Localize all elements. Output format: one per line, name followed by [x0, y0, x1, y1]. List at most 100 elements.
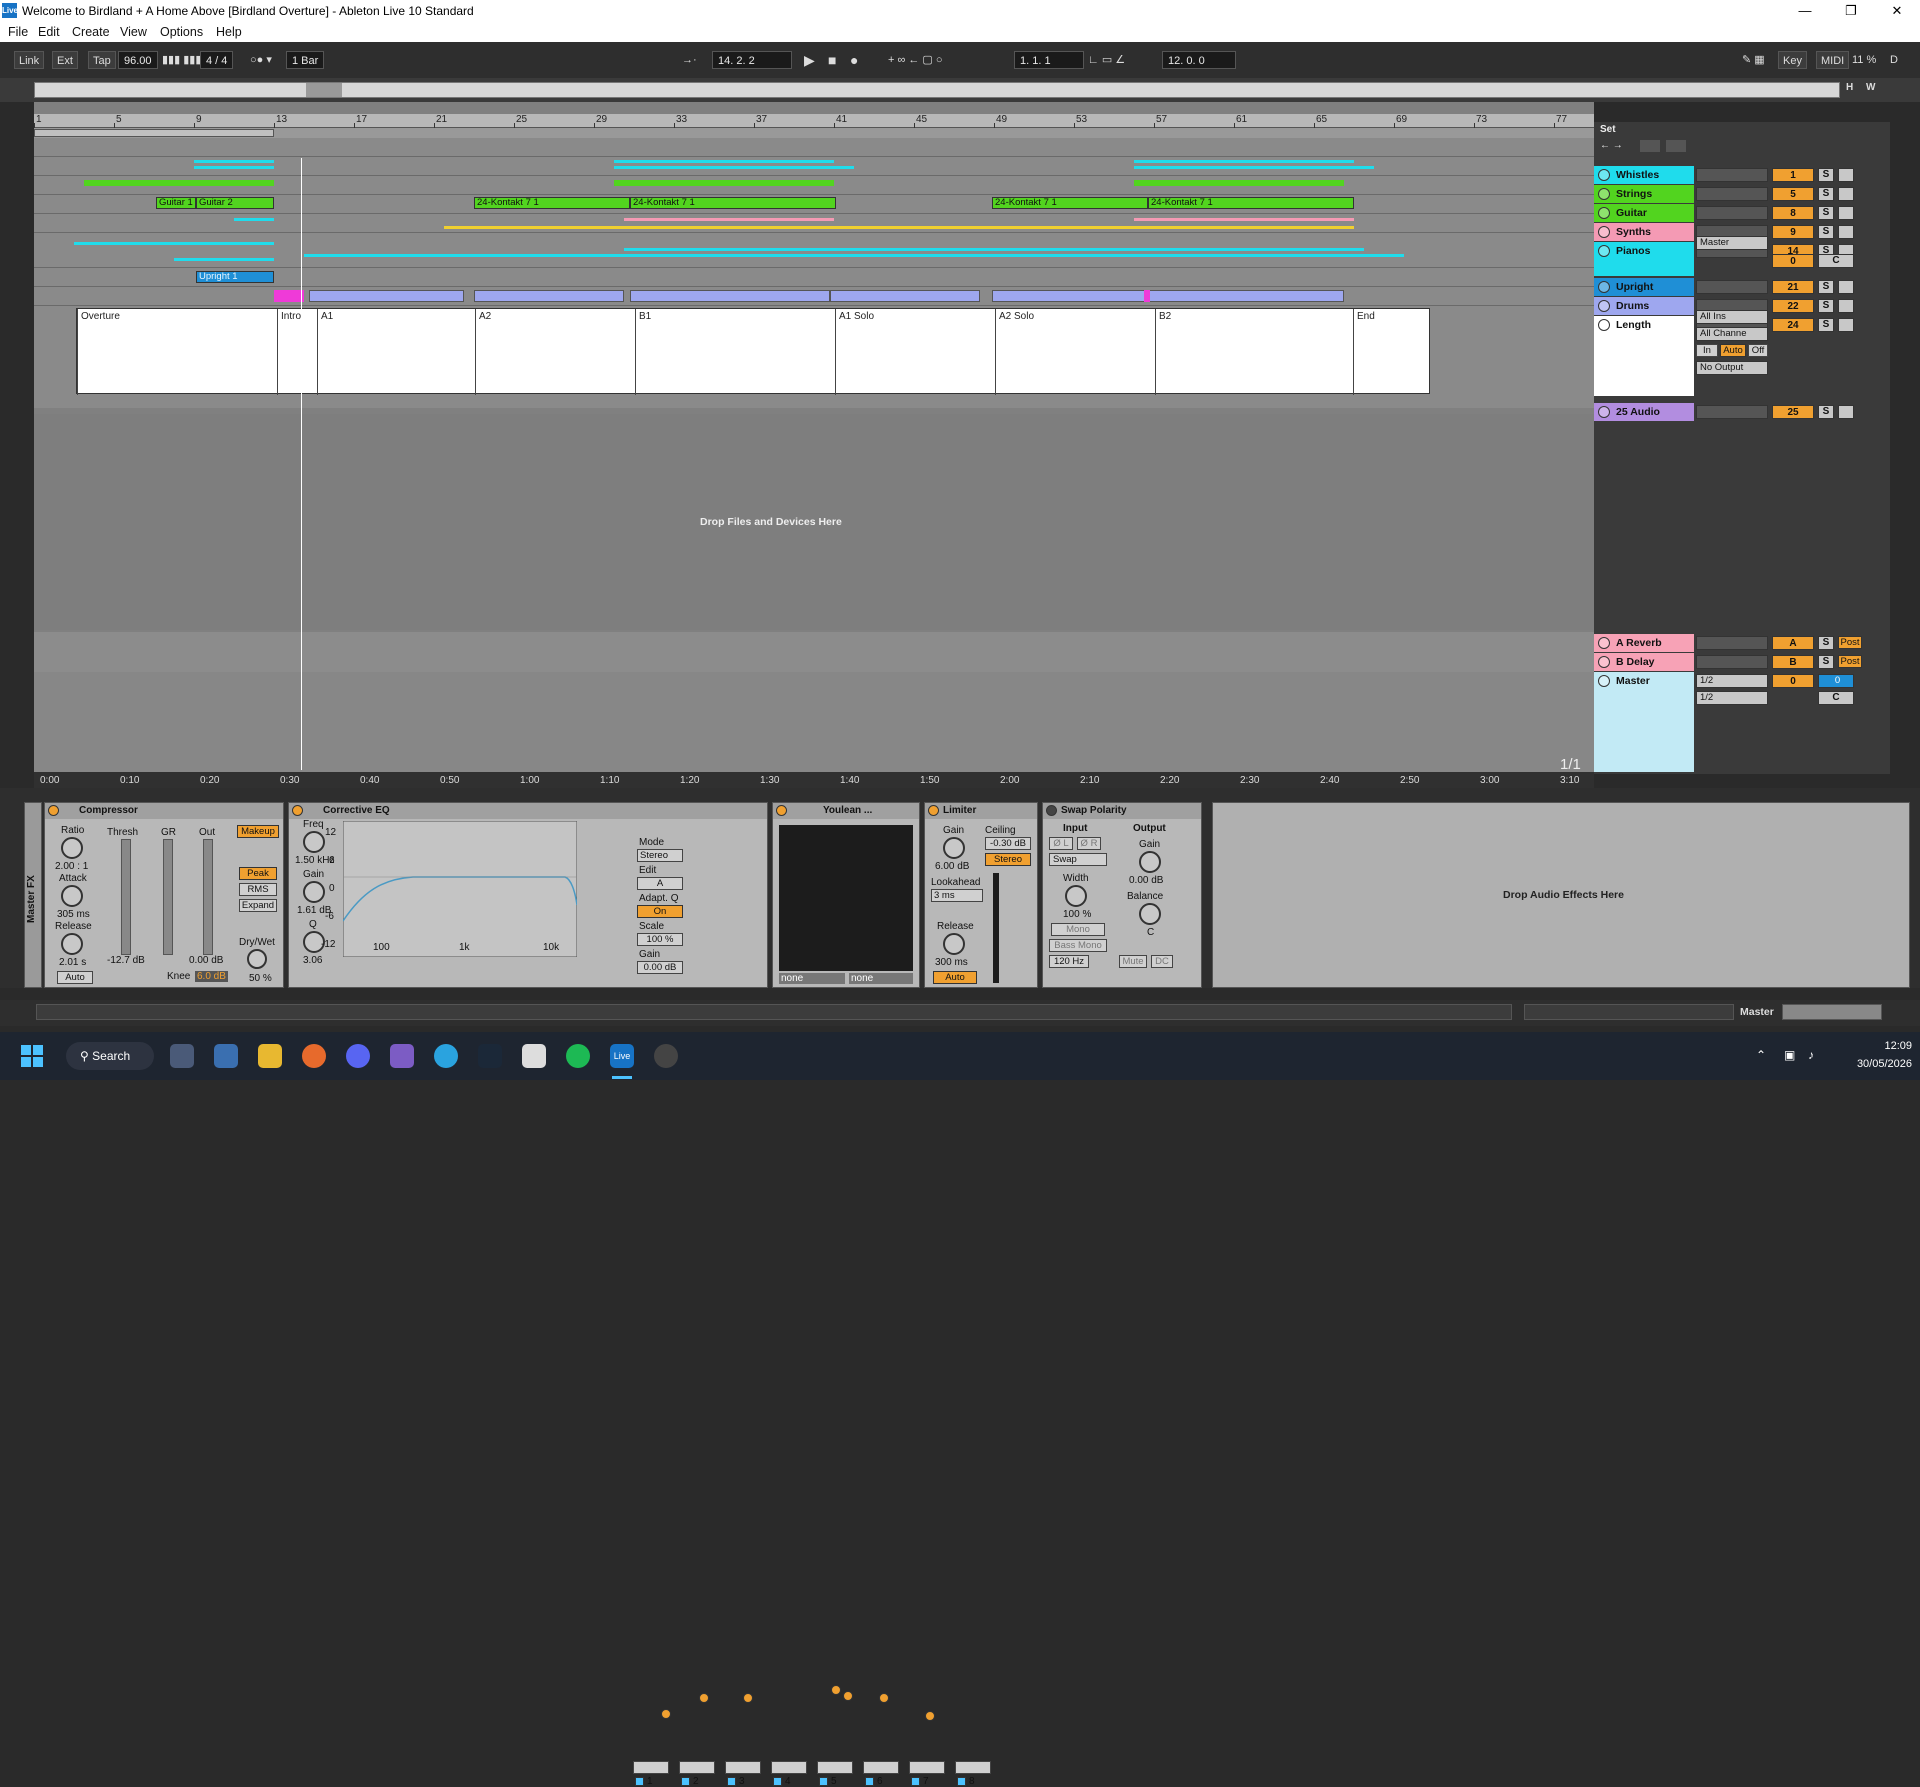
obs-icon[interactable] [654, 1044, 678, 1068]
eq-band-node[interactable] [699, 1693, 709, 1703]
solo-button[interactable]: S [1818, 168, 1834, 182]
track-fold-icon[interactable] [1598, 319, 1610, 331]
track-io-slot[interactable] [1696, 405, 1768, 419]
eq-band-node[interactable] [879, 1693, 889, 1703]
follow-icon[interactable]: →· [682, 51, 697, 69]
master-input-select[interactable]: 1/2 [1696, 674, 1768, 688]
expand-button[interactable]: Expand [239, 899, 277, 912]
arm-button[interactable] [1838, 206, 1854, 220]
eq-band-checkbox[interactable] [773, 1777, 782, 1786]
arm-button[interactable] [1838, 318, 1854, 332]
firefox-icon[interactable] [302, 1044, 326, 1068]
auto-release-button[interactable]: Auto [57, 971, 93, 984]
nudge-icon[interactable]: ▮▮▮ ▮▮▮ [162, 51, 201, 69]
loop-start-field[interactable]: 1. 1. 1 [1014, 51, 1084, 69]
compressor-power-button[interactable] [48, 805, 59, 816]
steam-icon[interactable] [478, 1044, 502, 1068]
track-header-guitar[interactable]: Guitar [1594, 204, 1694, 222]
eq-band-node[interactable] [843, 1691, 853, 1701]
menu-file[interactable]: File [8, 25, 28, 39]
track-activator[interactable]: 21 [1772, 280, 1814, 294]
track-header-upright[interactable]: Upright [1594, 278, 1694, 296]
menu-create[interactable]: Create [72, 25, 110, 39]
locator-intro[interactable]: Intro [277, 309, 304, 395]
track-header-length[interactable]: Length [1594, 316, 1694, 396]
eq-display[interactable] [343, 821, 577, 957]
youlean-right-select[interactable]: none [849, 973, 913, 984]
locator-a2[interactable]: A2 [475, 309, 494, 395]
locator-lane[interactable]: Overture Intro A1 A2 B1 A1 Solo A2 Solo … [76, 308, 1430, 395]
track-header-drums[interactable]: Drums [1594, 297, 1694, 315]
eq-band-checkbox[interactable] [635, 1777, 644, 1786]
master-pan[interactable]: C [1818, 691, 1854, 705]
mono-button[interactable]: Mono [1051, 923, 1105, 936]
zoom-h-button[interactable]: H [1846, 82, 1853, 93]
menu-help[interactable]: Help [216, 25, 242, 39]
track-activator[interactable]: 24 [1772, 318, 1814, 332]
track-header-25-audio[interactable]: 25 Audio [1594, 403, 1694, 421]
solo-button[interactable]: S [1818, 280, 1834, 294]
return-header-a[interactable]: A Reverb [1594, 634, 1694, 652]
photos-icon[interactable] [214, 1044, 238, 1068]
status-track-thumbnail[interactable] [1782, 1004, 1882, 1020]
tray-chevron-icon[interactable]: ⌃ [1756, 1048, 1766, 1062]
menu-edit[interactable]: Edit [38, 25, 60, 39]
mode-select[interactable]: Stereo [637, 849, 683, 862]
pianos-pan[interactable]: C [1818, 254, 1854, 268]
loop-brace[interactable] [34, 129, 274, 137]
settings-icon[interactable] [170, 1044, 194, 1068]
youlean-power-button[interactable] [776, 805, 787, 816]
solo-button[interactable]: S [1818, 225, 1834, 239]
track-io-slot[interactable] [1696, 280, 1768, 294]
phase-l-button[interactable]: Ø L [1049, 837, 1073, 850]
release-knob[interactable] [61, 933, 83, 955]
return-fold-icon[interactable] [1598, 656, 1610, 668]
link-button[interactable]: Link [14, 51, 45, 69]
signature-field[interactable]: 4 / 4 [200, 51, 234, 69]
play-icon[interactable]: ▶ [804, 51, 815, 69]
spotify-icon[interactable] [566, 1044, 590, 1068]
return-activator[interactable]: A [1772, 636, 1814, 650]
track-fold-icon[interactable] [1598, 281, 1610, 293]
track-activator[interactable]: 22 [1772, 299, 1814, 313]
clip-guitar-1[interactable]: Guitar 1 [156, 197, 196, 209]
pianos-output-select[interactable]: Master [1696, 236, 1768, 250]
limiter-gain-knob[interactable] [943, 837, 965, 859]
metronome-icon[interactable]: ○● ▾ [250, 51, 272, 69]
network-icon[interactable]: ▣ [1784, 1048, 1795, 1062]
attack-knob[interactable] [61, 885, 83, 907]
rack-strip[interactable]: Master FX [24, 802, 42, 988]
beat-ruler[interactable]: 1 5 9 13 17 21 25 29 33 37 41 45 49 53 57 61 65 69 73 77 [34, 114, 1594, 128]
clock-date[interactable]: 30/05/2026 [1842, 1058, 1912, 1070]
return-fold-icon[interactable] [1598, 637, 1610, 649]
master-fold-icon[interactable] [1598, 675, 1610, 687]
track-fold-icon[interactable] [1598, 300, 1610, 312]
limiter-stereo-button[interactable]: Stereo [985, 853, 1031, 866]
scale-value[interactable]: 100 % [637, 933, 683, 946]
track-header-synths[interactable]: Synths [1594, 223, 1694, 241]
knee-value[interactable]: 6.0 dB [195, 971, 228, 982]
freq-knob[interactable] [303, 831, 325, 853]
solo-button[interactable]: S [1818, 318, 1834, 332]
tap-button[interactable]: Tap [88, 51, 116, 69]
track-io-slot[interactable] [1696, 187, 1768, 201]
solo-button[interactable]: S [1818, 655, 1834, 669]
solo-button[interactable]: S [1818, 405, 1834, 419]
minimize-button[interactable]: — [1782, 0, 1828, 22]
return-io-slot[interactable] [1696, 636, 1768, 650]
eq-out-gain-value[interactable]: 0.00 dB [637, 961, 683, 974]
clip-kontakt-4[interactable]: 24-Kontakt 7 1 [1148, 197, 1354, 209]
ratio-knob[interactable] [61, 837, 83, 859]
fold-icon[interactable] [1640, 140, 1660, 152]
eq-band-checkbox[interactable] [957, 1777, 966, 1786]
youlean-display[interactable] [779, 825, 913, 971]
bass-mono-button[interactable]: Bass Mono [1049, 939, 1107, 952]
track-header-whistles[interactable]: Whistles [1594, 166, 1694, 184]
eq-band-filter-select[interactable] [633, 1761, 669, 1774]
track-fold-icon[interactable] [1598, 207, 1610, 219]
thresh-meter[interactable] [121, 839, 131, 955]
locator-b1[interactable]: B1 [635, 309, 654, 395]
master-volume[interactable]: 0 [1772, 674, 1814, 688]
clip-kontakt-2[interactable]: 24-Kontakt 7 1 [630, 197, 836, 209]
track-io-slot[interactable] [1696, 206, 1768, 220]
